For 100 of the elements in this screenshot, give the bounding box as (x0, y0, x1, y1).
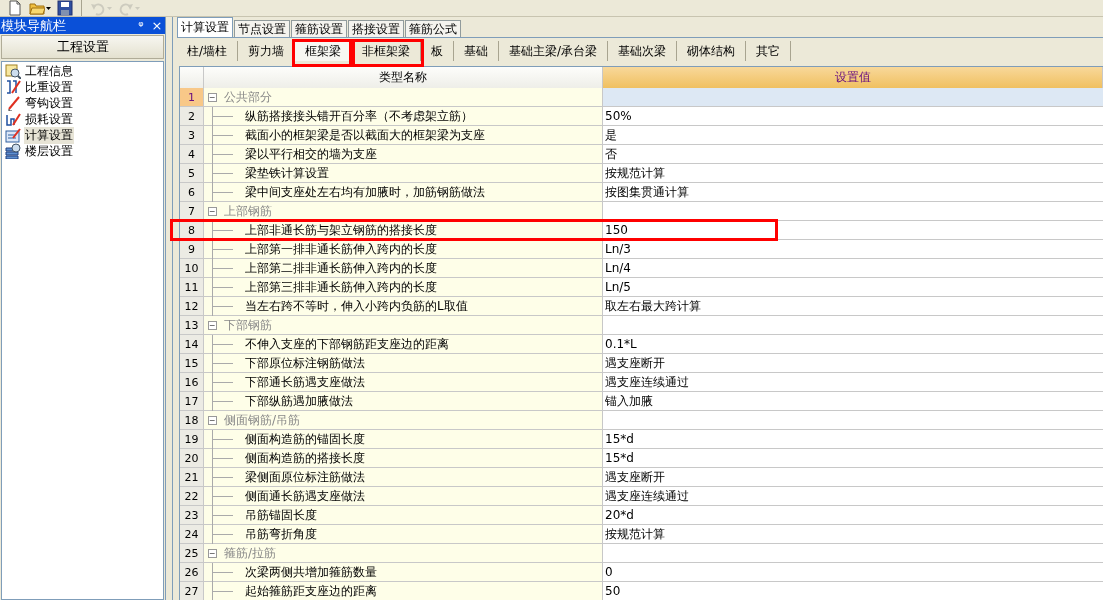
group-label: 下部钢筋 (224, 316, 272, 334)
row-number: 25 (180, 544, 204, 563)
subtab[interactable]: 柱/墙柱 (177, 41, 239, 61)
setting-name: 梁垫铁计算设置 (245, 164, 329, 182)
subtab[interactable]: 砌体结构 (677, 41, 747, 61)
floppy-disk-button[interactable] (56, 0, 74, 16)
setting-name: 梁侧面原位标注筋做法 (245, 468, 365, 486)
subtab[interactable]: 基础 (454, 41, 500, 61)
row-number: 27 (180, 582, 204, 600)
setting-name: 侧面构造筋的搭接长度 (245, 449, 365, 467)
subtab[interactable]: 板 (421, 41, 455, 61)
setting-name: 当左右跨不等时，伸入小跨内负筋的L取值 (245, 297, 468, 315)
setting-name: 下部纵筋遇加腋做法 (245, 392, 353, 410)
section-button[interactable]: 工程设置 (1, 35, 164, 59)
value-cell[interactable]: 是 (603, 126, 1103, 145)
row-number: 14 (180, 335, 204, 354)
collapse-button[interactable]: − (208, 548, 217, 558)
nav-item[interactable]: 计算设置 (24, 126, 74, 144)
collapse-button[interactable]: − (208, 415, 217, 425)
subtab[interactable]: 基础次梁 (608, 41, 678, 61)
stack-magnifier-icon (5, 143, 21, 159)
row-number: 20 (180, 449, 204, 468)
value-cell[interactable]: 锚入加腋 (603, 392, 1103, 411)
form-pencil-icon (5, 127, 21, 143)
tab[interactable]: 计算设置 (177, 17, 233, 37)
value-cell[interactable]: 按图集贯通计算 (603, 183, 1103, 202)
tab[interactable]: 搭接设置 (348, 20, 404, 37)
pencil-icon (5, 95, 21, 111)
value-cell[interactable]: 否 (603, 145, 1103, 164)
row-number: 21 (180, 468, 204, 487)
document-button[interactable] (6, 0, 24, 16)
setting-name: 上部非通长筋与架立钢筋的搭接长度 (245, 221, 437, 239)
value-cell[interactable]: 15*d (603, 430, 1103, 449)
setting-name: 纵筋搭接接头错开百分率（不考虑架立筋） (245, 107, 473, 125)
tab[interactable]: 箍筋公式 (405, 20, 461, 37)
setting-name: 次梁两侧共增加箍筋数量 (245, 563, 377, 581)
nav-item[interactable]: 工程信息 (24, 62, 74, 80)
chart-pencil-icon (5, 111, 21, 127)
subtab[interactable]: 非框架梁 (352, 41, 422, 61)
tab[interactable]: 箍筋设置 (291, 20, 347, 37)
group-label: 侧面钢筋/吊筋 (224, 411, 301, 429)
setting-name: 上部第三排非通长筋伸入跨内的长度 (245, 278, 437, 296)
row-number: 13 (180, 316, 204, 335)
nav-item[interactable]: 弯钩设置 (24, 94, 74, 112)
setting-name: 吊筋锚固长度 (245, 506, 317, 524)
row-number: 4 (180, 145, 204, 164)
row-number: 24 (180, 525, 204, 544)
nav-item[interactable]: 损耗设置 (24, 110, 74, 128)
subtab[interactable]: 其它 (746, 41, 792, 61)
header-corner (180, 67, 204, 88)
collapse-button[interactable]: − (208, 206, 217, 216)
nav-item[interactable]: 楼层设置 (24, 142, 74, 160)
value-cell[interactable]: 遇支座连续通过 (603, 373, 1103, 392)
nav-item[interactable]: 比重设置 (24, 78, 74, 96)
value-cell[interactable]: 15*d (603, 449, 1103, 468)
close-button[interactable]: × (149, 18, 165, 33)
setting-name: 梁以平行相交的墙为支座 (245, 145, 377, 163)
pin-button[interactable]: ᵠ (133, 18, 149, 33)
value-cell[interactable]: 20*d (603, 506, 1103, 525)
value-cell[interactable]: 取左右最大跨计算 (603, 297, 1103, 316)
row-number: 22 (180, 487, 204, 506)
setting-name: 吊筋弯折角度 (245, 525, 317, 543)
row-number: 3 (180, 126, 204, 145)
magnifier-document-icon (5, 63, 21, 79)
group-label: 公共部分 (224, 88, 272, 106)
value-cell[interactable]: 遇支座断开 (603, 468, 1103, 487)
group-label: 上部钢筋 (224, 202, 272, 220)
group-label: 箍筋/拉筋 (224, 544, 277, 562)
row-number: 12 (180, 297, 204, 316)
row-number: 26 (180, 563, 204, 582)
setting-name: 侧面通长筋遇支座做法 (245, 487, 365, 505)
setting-name: 下部原位标注钢筋做法 (245, 354, 365, 372)
row-number: 23 (180, 506, 204, 525)
ruler-pencil-icon (5, 79, 21, 95)
row-number: 18 (180, 411, 204, 430)
tab[interactable]: 节点设置 (234, 20, 290, 37)
row-number: 17 (180, 392, 204, 411)
value-cell[interactable]: 按规范计算 (603, 525, 1103, 544)
value-cell[interactable]: 遇支座断开 (603, 354, 1103, 373)
value-cell[interactable]: 遇支座连续通过 (603, 487, 1103, 506)
row-number: 2 (180, 107, 204, 126)
setting-name: 侧面构造筋的锚固长度 (245, 430, 365, 448)
panel-title: 模块导航栏 (1, 16, 67, 35)
folder-button[interactable] (28, 0, 52, 16)
row-number: 1 (180, 88, 204, 107)
setting-name: 不伸入支座的下部钢筋距支座边的距离 (245, 335, 449, 353)
row-number: 10 (180, 259, 204, 278)
setting-name: 梁中间支座处左右均有加腋时，加筋钢筋做法 (245, 183, 485, 201)
setting-name: 上部第二排非通长筋伸入跨内的长度 (245, 259, 437, 277)
value-cell[interactable]: 按规范计算 (603, 164, 1103, 183)
setting-name: 上部第一排非通长筋伸入跨内的长度 (245, 240, 437, 258)
column-header: 类型名称 (204, 67, 603, 88)
value-cell[interactable] (603, 88, 1103, 107)
row-number: 15 (180, 354, 204, 373)
collapse-button[interactable]: − (208, 92, 217, 102)
row-number: 6 (180, 183, 204, 202)
setting-name: 起始箍筋距支座边的距离 (245, 582, 377, 600)
row-number: 11 (180, 278, 204, 297)
subtab[interactable]: 基础主梁/承台梁 (499, 41, 609, 61)
collapse-button[interactable]: − (208, 320, 217, 330)
